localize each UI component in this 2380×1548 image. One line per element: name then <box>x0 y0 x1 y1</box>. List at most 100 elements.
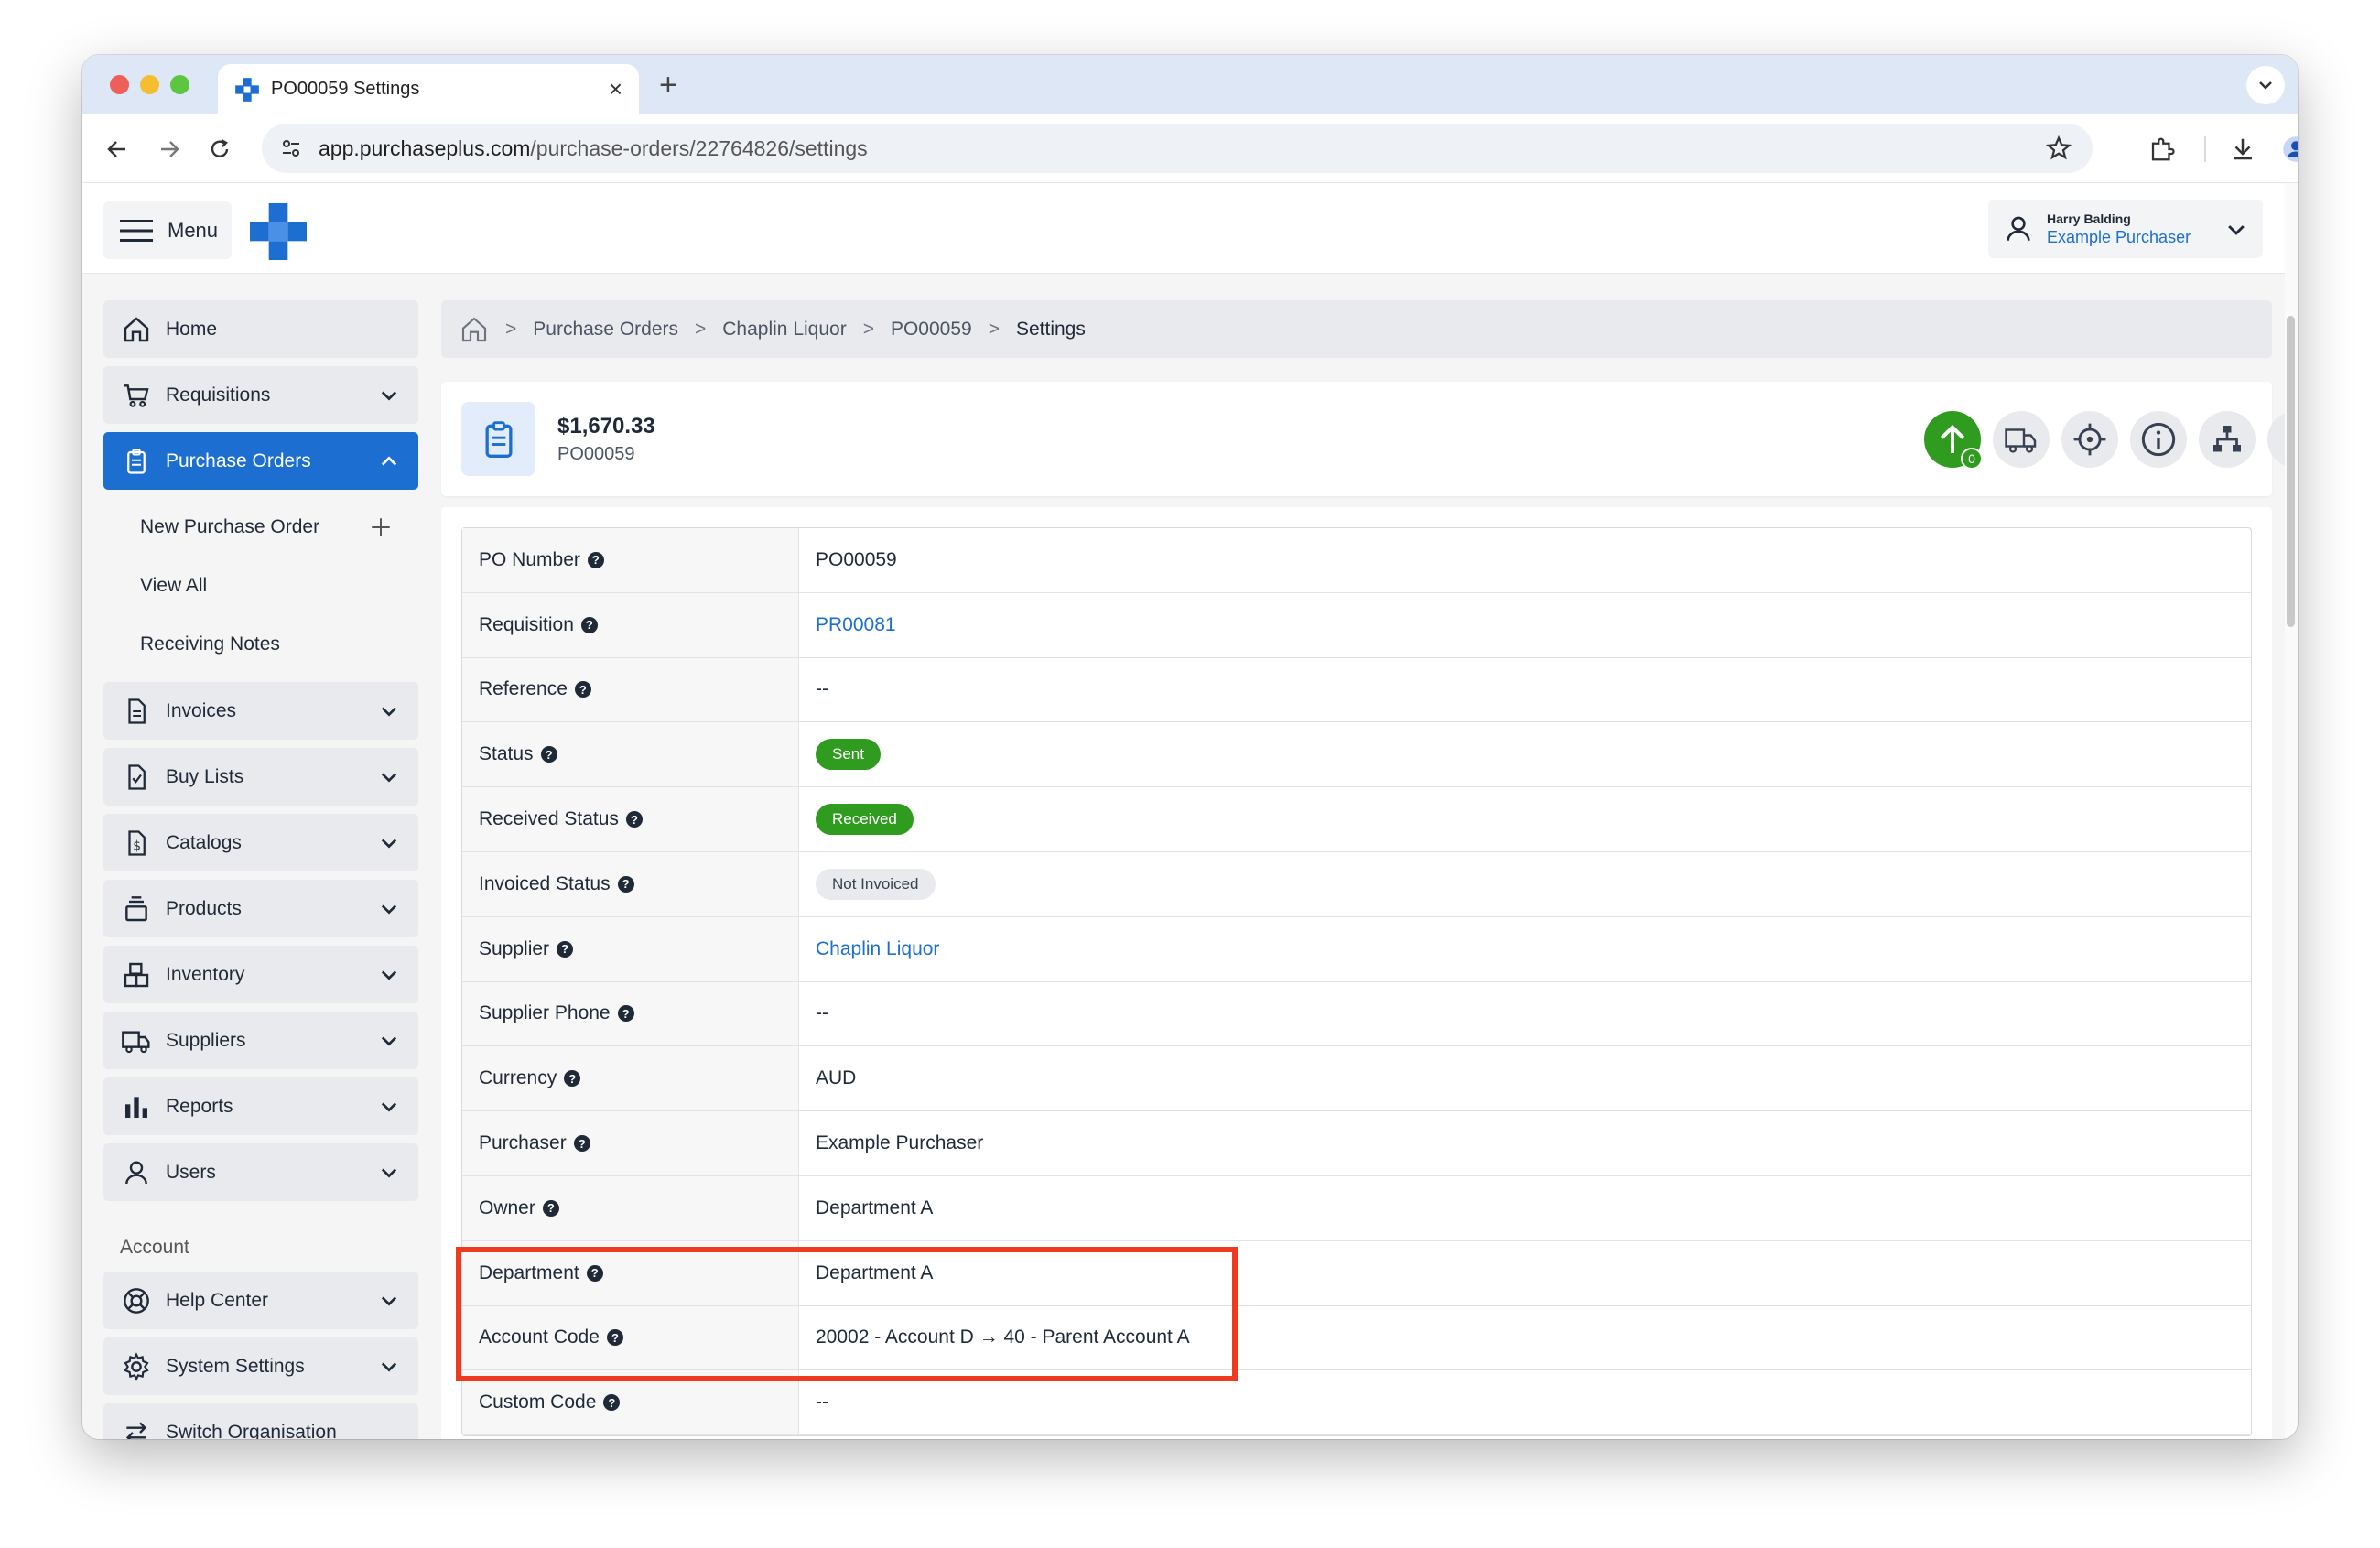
status-badge: Not Invoiced <box>816 868 936 900</box>
hamburger-icon <box>120 219 153 242</box>
help-icon[interactable]: ? <box>557 940 574 958</box>
address-bar[interactable]: app.purchaseplus.com/purchase-orders/227… <box>262 124 2093 173</box>
track-button[interactable] <box>2061 411 2118 468</box>
chevron-down-icon <box>381 1168 397 1178</box>
downloads-button[interactable] <box>2224 131 2261 168</box>
sidebar-item-label: Users <box>166 1161 216 1183</box>
browser-window: PO00059 Settings × + app.purchaseplus.co… <box>82 55 2298 1439</box>
sidebar-item-users[interactable]: Users <box>103 1143 418 1201</box>
chevron-down-icon <box>2259 81 2272 90</box>
sidebar-item-system-settings[interactable]: System Settings <box>103 1337 418 1395</box>
sidebar-item-buy-lists[interactable]: Buy Lists <box>103 748 418 806</box>
user-name: Harry Balding <box>2047 211 2131 226</box>
hierarchy-button[interactable] <box>2199 411 2256 468</box>
truck-icon <box>2005 428 2037 453</box>
arrow-left-icon <box>107 141 125 157</box>
sidebar-item-reports[interactable]: Reports <box>103 1077 418 1135</box>
details-value: AUD <box>799 1046 2251 1110</box>
profile-button[interactable] <box>2277 131 2298 168</box>
user-menu-button[interactable]: Harry Balding Example Purchaser <box>1988 200 2263 258</box>
details-row: Invoiced Status? Not Invoiced <box>462 851 2251 917</box>
details-label-text: Invoiced Status <box>479 872 611 894</box>
purchaseplus-logo-icon[interactable] <box>250 203 307 260</box>
chevron-down-icon <box>381 1296 397 1306</box>
home-icon[interactable] <box>460 315 489 344</box>
help-icon[interactable]: ? <box>542 1199 559 1217</box>
browser-tab-active[interactable]: PO00059 Settings × <box>218 64 639 114</box>
details-value: PO00059 <box>799 528 2251 592</box>
tab-search-button[interactable] <box>2246 66 2285 104</box>
info-button[interactable] <box>2130 411 2187 468</box>
help-icon[interactable]: ? <box>606 1329 623 1347</box>
details-value-link[interactable]: Chaplin Liquor <box>816 938 939 960</box>
sidebar-item-purchase-orders[interactable]: Purchase Orders <box>103 432 418 490</box>
extensions-button[interactable] <box>2144 131 2180 168</box>
sidebar-subitem-new-purchase-order[interactable]: New Purchase Order <box>103 498 418 557</box>
reload-button[interactable] <box>201 131 238 168</box>
sidebar-item-label: Catalogs <box>166 831 242 853</box>
sidebar-item-help-center[interactable]: Help Center <box>103 1272 418 1329</box>
close-window-button[interactable] <box>110 75 129 94</box>
sidebar-item-requisitions[interactable]: Requisitions <box>103 366 418 424</box>
details-label-text: Currency <box>479 1067 557 1089</box>
menu-button[interactable]: Menu <box>103 201 232 259</box>
info-icon <box>2141 422 2176 457</box>
send-po-button[interactable]: 0 <box>1924 411 1983 470</box>
receiving-button[interactable] <box>1993 411 2050 468</box>
truck-icon <box>120 1024 153 1057</box>
breadcrumb-separator-icon: > <box>988 318 1000 340</box>
help-icon[interactable]: ? <box>617 875 634 893</box>
maximize-window-button[interactable] <box>170 75 189 94</box>
forward-button[interactable] <box>151 131 188 168</box>
sidebar-item-suppliers[interactable]: Suppliers <box>103 1012 418 1069</box>
download-icon <box>2234 138 2252 160</box>
sidebar-item-invoices[interactable]: Invoices <box>103 682 418 740</box>
sidebar-item-catalogs[interactable]: $ Catalogs <box>103 814 418 871</box>
scrollbar-thumb[interactable] <box>2287 316 2295 627</box>
details-row: Received Status? Received <box>462 787 2251 852</box>
details-value-link[interactable]: PR00081 <box>816 614 896 636</box>
sidebar-subitem-view-all[interactable]: View All <box>103 557 418 615</box>
details-label-text: Purchaser <box>479 1132 567 1154</box>
home-icon <box>120 313 153 346</box>
page-scrollbar[interactable] <box>2285 183 2298 1439</box>
help-icon[interactable]: ? <box>540 746 557 763</box>
sidebar-item-label: Products <box>166 897 242 919</box>
url-path: /purchase-orders/22764826/settings <box>530 135 868 160</box>
help-icon[interactable]: ? <box>573 1135 590 1153</box>
sidebar-item-label: Inventory <box>166 963 245 985</box>
chevron-up-icon <box>381 456 397 466</box>
back-button[interactable] <box>99 131 135 168</box>
help-icon[interactable]: ? <box>587 551 604 568</box>
user-icon <box>120 1156 153 1189</box>
tab-close-icon[interactable]: × <box>609 75 622 103</box>
details-label: Reference? <box>462 657 799 722</box>
help-icon[interactable]: ? <box>580 616 598 633</box>
details-value: 20002 - Account D → 40 - Parent Account … <box>799 1306 2251 1370</box>
details-row: PO Number? PO00059 <box>462 528 2251 593</box>
sidebar-subitem-receiving-notes[interactable]: Receiving Notes <box>103 615 418 674</box>
breadcrumb-po[interactable]: PO00059 <box>891 319 972 341</box>
app-topbar: Menu Harry Balding Example Purchaser <box>82 183 2298 274</box>
bookmark-star-icon[interactable] <box>2045 135 2072 162</box>
help-icon[interactable]: ? <box>625 811 643 828</box>
help-icon[interactable]: ? <box>564 1070 581 1088</box>
help-icon[interactable]: ? <box>586 1264 603 1282</box>
sidebar-item-home[interactable]: Home <box>103 300 418 358</box>
plus-icon[interactable] <box>369 515 393 539</box>
new-tab-button[interactable]: + <box>659 68 677 103</box>
site-settings-icon <box>283 140 299 157</box>
sidebar-item-products[interactable]: Products <box>103 880 418 937</box>
sidebar-item-inventory[interactable]: Inventory <box>103 946 418 1003</box>
details-label: Currency? <box>462 1046 799 1111</box>
help-icon[interactable]: ? <box>574 681 591 698</box>
details-value: PR00081 <box>799 593 2251 657</box>
sidebar-item-switch-organisation[interactable]: Switch Organisation <box>103 1403 418 1439</box>
help-icon[interactable]: ? <box>617 1005 634 1023</box>
menu-label: Menu <box>168 218 219 242</box>
minimize-window-button[interactable] <box>140 75 159 94</box>
breadcrumb-supplier[interactable]: Chaplin Liquor <box>722 319 846 341</box>
help-icon[interactable]: ? <box>603 1394 621 1412</box>
details-value-text: -- <box>816 678 828 700</box>
breadcrumb-purchase-orders[interactable]: Purchase Orders <box>533 319 678 341</box>
